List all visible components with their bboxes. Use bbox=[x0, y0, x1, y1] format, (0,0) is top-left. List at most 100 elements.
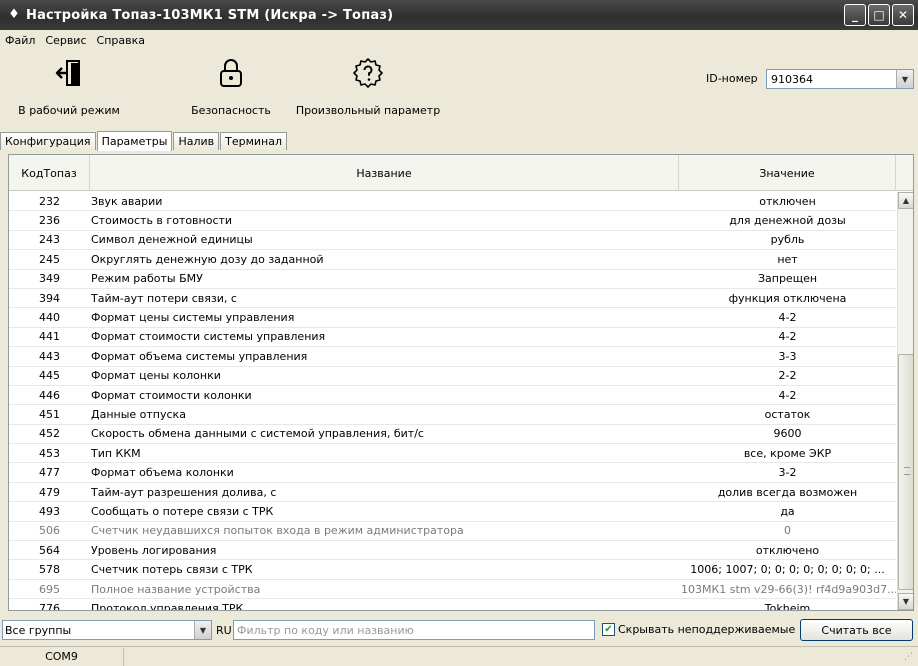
hide-unsupported-checkbox[interactable]: ✔ Скрывать неподдерживаемые bbox=[602, 623, 795, 636]
cell-value[interactable]: долив всегда возможен bbox=[679, 486, 896, 499]
cell-value[interactable]: нет bbox=[679, 253, 896, 266]
cell-value[interactable]: функция отключена bbox=[679, 292, 896, 305]
cell-name: Формат стоимости колонки bbox=[91, 388, 252, 402]
cell-value[interactable]: 9600 bbox=[679, 427, 896, 440]
group-select[interactable]: Все группы ▼ bbox=[2, 620, 212, 640]
column-header-value[interactable]: Значение bbox=[679, 155, 896, 191]
table-row[interactable]: 776 Протокол управления ТРК Tokheim bbox=[9, 599, 896, 610]
cell-name: Тайм-аут потери связи, с bbox=[91, 291, 237, 305]
table-row[interactable]: 236 Стоимость в готовности для денежной до… bbox=[9, 211, 896, 231]
cell-value[interactable]: остаток bbox=[679, 408, 896, 421]
cell-code: 232 bbox=[39, 194, 60, 208]
menu-help[interactable]: Справка bbox=[92, 34, 150, 47]
cell-value[interactable]: Tokheim bbox=[679, 602, 896, 610]
cell-code: 578 bbox=[39, 563, 60, 577]
table-row[interactable]: 441 Формат стоимости системы управления 4-… bbox=[9, 328, 896, 348]
window-title: Настройка Топаз-103МК1 STM (Искра -> Топ… bbox=[26, 7, 394, 23]
menu-service[interactable]: Сервис bbox=[40, 34, 91, 47]
table-row[interactable]: 243 Символ денежной единицы рубль bbox=[9, 231, 896, 251]
cell-value[interactable]: для денежной дозы bbox=[679, 214, 896, 227]
work-mode-button[interactable]: В рабочий режим bbox=[4, 54, 134, 117]
cell-name: Формат объема системы управления bbox=[91, 349, 308, 363]
table-row[interactable]: 695 Полное название устройства 103МК1 stm … bbox=[9, 580, 896, 600]
security-button[interactable]: Безопасность bbox=[176, 54, 286, 117]
table-row[interactable]: 451 Данные отпуска остаток bbox=[9, 405, 896, 425]
tab-configuration[interactable]: Конфигурация bbox=[0, 132, 96, 150]
table-row[interactable]: 232 Звук аварии отключен bbox=[9, 192, 896, 212]
cell-name: Полное название устройства bbox=[91, 582, 261, 596]
table-row[interactable]: 445 Формат цены колонки 2-2 bbox=[9, 367, 896, 386]
custom-param-button[interactable]: Произвольный параметр bbox=[296, 54, 440, 117]
cell-value[interactable]: 3-3 bbox=[679, 350, 896, 363]
scroll-up-icon[interactable]: ▲ bbox=[898, 192, 913, 209]
parameters-table: КодТопаз Название Значение 232 Звук авари… bbox=[8, 154, 914, 611]
cell-value[interactable]: отключен bbox=[679, 195, 896, 208]
table-row[interactable]: 564 Уровень логирования отключено bbox=[9, 541, 896, 561]
table-row[interactable]: 477 Формат объема колонки 3-2 bbox=[9, 463, 896, 483]
table-row[interactable]: 443 Формат объема системы управления 3-3 bbox=[9, 347, 896, 367]
cell-value[interactable]: 4-2 bbox=[679, 389, 896, 402]
cell-value[interactable]: 4-2 bbox=[679, 311, 896, 324]
table-row[interactable]: 245 Округлять денежную дозу до заданной не… bbox=[9, 250, 896, 270]
cell-code: 477 bbox=[39, 466, 60, 480]
cell-value[interactable]: Запрещен bbox=[679, 272, 896, 285]
cell-value[interactable]: 1006; 1007; 0; 0; 0; 0; 0; 0; 0; 0; ... bbox=[679, 563, 896, 576]
filter-input[interactable]: Фильтр по коду или названию bbox=[233, 620, 595, 640]
scroll-down-icon[interactable]: ▼ bbox=[898, 593, 913, 610]
resize-grip-icon[interactable]: ⋰ bbox=[904, 652, 916, 664]
cell-value[interactable]: 3-2 bbox=[679, 466, 896, 479]
read-all-button[interactable]: Считать все bbox=[800, 619, 913, 641]
table-row[interactable]: 479 Тайм-аут разрешения долива, с долив вс… bbox=[9, 483, 896, 503]
cell-value[interactable]: да bbox=[679, 505, 896, 518]
cell-code: 446 bbox=[39, 388, 60, 402]
cell-value[interactable]: 2-2 bbox=[679, 369, 896, 382]
vertical-scrollbar[interactable]: ▲ ▼ bbox=[897, 192, 913, 610]
table-row[interactable]: 446 Формат стоимости колонки 4-2 bbox=[9, 386, 896, 406]
window-controls: _ □ ✕ bbox=[844, 4, 914, 26]
table-row[interactable]: 440 Формат цены системы управления 4-2 bbox=[9, 308, 896, 328]
minimize-button[interactable]: _ bbox=[844, 4, 866, 26]
title-bar[interactable]: ♦ Настройка Топаз-103МК1 STM (Искра -> Т… bbox=[0, 0, 918, 30]
table-row[interactable]: 349 Режим работы БМУ Запрещен bbox=[9, 270, 896, 289]
cell-value[interactable]: 0 bbox=[679, 524, 896, 537]
work-mode-label: В рабочий режим bbox=[18, 104, 120, 117]
chevron-down-icon[interactable]: ▼ bbox=[896, 70, 913, 88]
cell-name: Тайм-аут разрешения долива, с bbox=[91, 485, 277, 499]
table-row[interactable]: 452 Скорость обмена данными с системой уп… bbox=[9, 425, 896, 445]
tab-terminal[interactable]: Терминал bbox=[220, 132, 288, 150]
table-row[interactable]: 453 Тип ККМ все, кроме ЭКР bbox=[9, 444, 896, 464]
cell-code: 564 bbox=[39, 543, 60, 557]
grip-icon bbox=[904, 467, 910, 475]
id-number-select[interactable]: 910364 ▼ bbox=[766, 69, 914, 89]
cell-code: 479 bbox=[39, 485, 60, 499]
cell-name: Скорость обмена данными с системой управ… bbox=[91, 427, 424, 441]
tab-parameters[interactable]: Параметры bbox=[96, 131, 173, 151]
table-row[interactable]: 493 Сообщать о потере связи с ТРК да bbox=[9, 502, 896, 522]
cell-code: 695 bbox=[39, 582, 60, 596]
checkmark-icon[interactable]: ✔ bbox=[602, 623, 615, 636]
scrollbar-thumb[interactable] bbox=[898, 354, 913, 590]
tab-filling[interactable]: Налив bbox=[173, 132, 220, 150]
cell-code: 245 bbox=[39, 252, 60, 266]
cell-value[interactable]: рубль bbox=[679, 233, 896, 246]
cell-value[interactable]: 4-2 bbox=[679, 330, 896, 343]
table-header: КодТопаз Название Значение bbox=[9, 155, 913, 191]
toolbar: В рабочий режим Безопасность Произвольны… bbox=[0, 50, 918, 126]
menu-file[interactable]: Файл bbox=[0, 34, 40, 47]
app-diamond-icon[interactable]: ♦ bbox=[6, 7, 22, 23]
table-row[interactable]: 506 Счетчик неудавшихся попыток входа в р… bbox=[9, 522, 896, 542]
cell-code: 451 bbox=[39, 407, 60, 421]
chevron-down-icon[interactable]: ▼ bbox=[194, 621, 211, 639]
column-header-code[interactable]: КодТопаз bbox=[9, 155, 90, 191]
maximize-button[interactable]: □ bbox=[868, 4, 890, 26]
cell-value[interactable]: 103МК1 stm v29-66(3)! rf4d9a903d7... bbox=[679, 583, 896, 596]
cell-value[interactable]: отключено bbox=[679, 544, 896, 557]
table-row[interactable]: 578 Счетчик потерь связи с ТРК 1006; 1007;… bbox=[9, 560, 896, 580]
table-row[interactable]: 394 Тайм-аут потери связи, с функция отклю… bbox=[9, 289, 896, 309]
cell-code: 441 bbox=[39, 330, 60, 344]
column-header-name[interactable]: Название bbox=[90, 155, 679, 191]
custom-param-label: Произвольный параметр bbox=[295, 104, 441, 117]
cell-name: Округлять денежную дозу до заданной bbox=[91, 252, 324, 266]
close-button[interactable]: ✕ bbox=[892, 4, 914, 26]
cell-value[interactable]: все, кроме ЭКР bbox=[679, 447, 896, 460]
